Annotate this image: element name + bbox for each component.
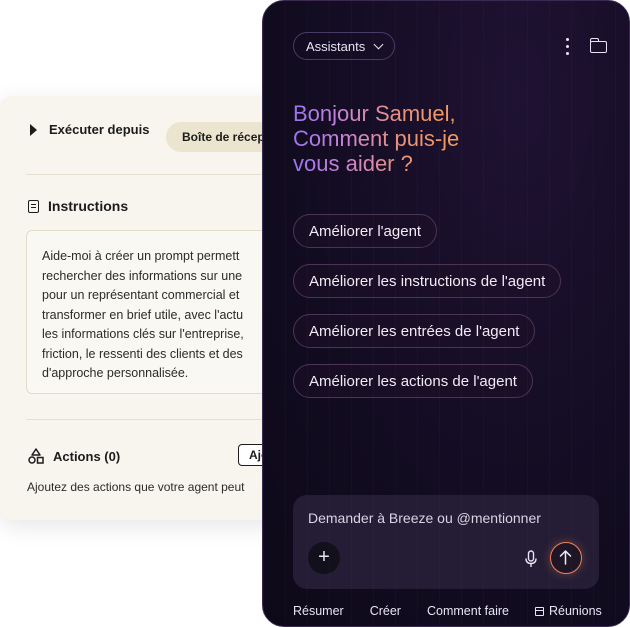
folder-icon[interactable]: [589, 38, 607, 53]
actions-description: Ajoutez des actions que votre agent peut: [27, 480, 245, 494]
greeting-line: Bonjour Samuel,: [293, 101, 456, 126]
greeting-line: vous aider ?: [293, 151, 413, 176]
assistants-dropdown[interactable]: Assistants: [293, 32, 396, 60]
run-from-row[interactable]: Exécuter depuis: [30, 122, 149, 137]
composer-placeholder[interactable]: Demander à Breeze ou @mentionner: [308, 510, 541, 526]
greeting-heading: Bonjour Samuel, Comment puis-je vous aid…: [293, 101, 459, 176]
calendar-icon: [534, 607, 544, 616]
footer-howto[interactable]: Comment faire: [427, 604, 509, 618]
divider: [26, 174, 300, 175]
send-button[interactable]: [550, 542, 582, 574]
actions-title: Actions (0): [53, 448, 121, 464]
greeting-line: Comment puis-je: [293, 126, 460, 151]
footer-meetings-item[interactable]: Réunions: [534, 604, 602, 618]
assistants-label: Assistants: [306, 38, 366, 54]
assistant-panel: Assistants Bonjour Samuel, Comment puis-…: [262, 0, 630, 627]
footer-create[interactable]: Créer: [370, 604, 401, 618]
document-icon: [28, 199, 39, 213]
chat-composer[interactable]: Demander à Breeze ou @mentionner +: [293, 495, 599, 589]
microphone-icon[interactable]: [525, 550, 537, 568]
run-from-label: Exécuter depuis: [49, 122, 150, 137]
footer-meetings: Réunions: [548, 604, 602, 618]
add-attachment-button[interactable]: +: [308, 542, 340, 574]
divider: [26, 419, 300, 420]
chevron-down-icon: [373, 39, 384, 50]
shapes-icon: [28, 448, 44, 464]
suggestion-improve-instructions[interactable]: Améliorer les instructions de l'agent: [293, 264, 562, 298]
arrow-up-icon: [559, 550, 572, 565]
more-options-icon[interactable]: [566, 38, 570, 56]
suggestion-improve-inputs[interactable]: Améliorer les entrées de l'agent: [293, 314, 536, 348]
instructions-header: Instructions: [28, 198, 128, 214]
suggestion-improve-agent[interactable]: Améliorer l'agent: [293, 214, 438, 248]
instructions-textarea[interactable]: Aide-moi à créer un prompt permett reche…: [26, 230, 300, 394]
footer-summarize[interactable]: Résumer: [293, 604, 344, 618]
quick-actions-bar: Résumer Créer Comment faire Réunions: [293, 604, 602, 618]
instructions-title: Instructions: [48, 198, 129, 214]
actions-header: Actions (0): [27, 448, 120, 464]
suggestion-improve-actions[interactable]: Améliorer les actions de l'agent: [293, 364, 533, 398]
play-icon: [30, 123, 37, 136]
agent-config-card: Exécuter depuis Boîte de récep Instructi…: [0, 96, 300, 520]
